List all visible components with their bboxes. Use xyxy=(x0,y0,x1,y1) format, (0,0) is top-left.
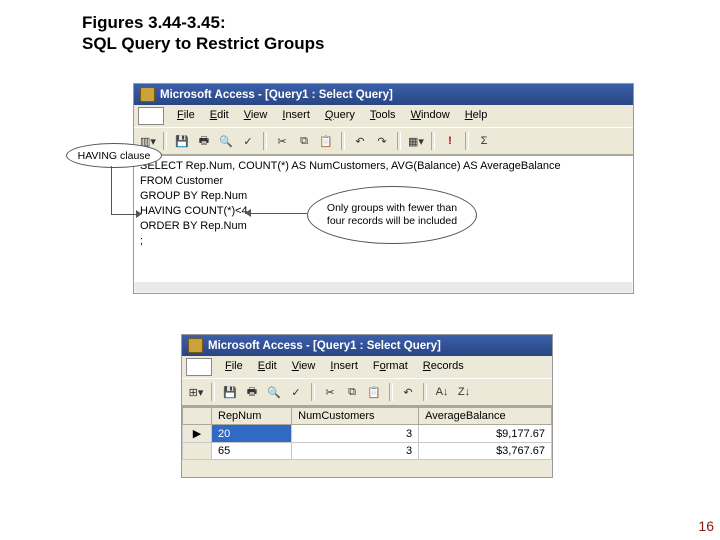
table-row[interactable]: ▶ 20 3 $9,177.67 xyxy=(183,425,552,443)
copy-icon[interactable]: ⧉ xyxy=(294,131,314,151)
slide-title-line1: Figures 3.44-3.45: xyxy=(82,12,324,33)
menu-view[interactable]: View xyxy=(238,107,274,125)
callout-groups-leader xyxy=(251,213,307,214)
menu-view[interactable]: View xyxy=(286,358,322,376)
menu-format[interactable]: Format xyxy=(367,358,414,376)
col-repnum[interactable]: RepNum xyxy=(212,408,292,425)
datasheet: RepNum NumCustomers AverageBalance ▶ 20 … xyxy=(182,406,552,460)
sql-line-5: ORDER BY Rep.Num xyxy=(140,220,247,232)
toolbar: ⊞▾ 💾 🖶 🔍 ✓ ✂ ⧉ 📋 ↶ A↓ Z↓ xyxy=(182,378,552,406)
spell-icon[interactable]: ✓ xyxy=(238,131,258,151)
window-title: Microsoft Access - [Query1 : Select Quer… xyxy=(208,340,441,352)
toolbar: ▥▾ 💾 🖶 🔍 ✓ ✂ ⧉ 📋 ↶ ↷ ▦▾ ! Σ xyxy=(134,127,633,155)
run-icon[interactable]: ! xyxy=(440,131,460,151)
callout-having-leader xyxy=(111,166,112,214)
mdi-restore-icon[interactable] xyxy=(186,358,212,376)
cell-avgbalance[interactable]: $9,177.67 xyxy=(419,425,552,443)
access-app-icon xyxy=(188,338,203,353)
result-table: RepNum NumCustomers AverageBalance ▶ 20 … xyxy=(182,407,552,460)
sql-line-4: HAVING COUNT(*)<4 xyxy=(140,205,248,217)
callout-groups-note: Only groups with fewer than four records… xyxy=(307,186,477,244)
spell-icon[interactable]: ✓ xyxy=(286,382,306,402)
row-selector-icon[interactable]: ▶ xyxy=(183,425,212,443)
callout-having-text: HAVING clause xyxy=(78,150,151,162)
page-number: 16 xyxy=(698,518,714,534)
cell-avgbalance[interactable]: $3,767.67 xyxy=(419,443,552,460)
mdi-restore-icon[interactable] xyxy=(138,107,164,125)
menu-edit[interactable]: Edit xyxy=(204,107,235,125)
menu-edit[interactable]: Edit xyxy=(252,358,283,376)
cell-repnum[interactable]: 65 xyxy=(212,443,292,460)
callout-having-clause: HAVING clause xyxy=(66,143,162,168)
callout-groups-text: Only groups with fewer than four records… xyxy=(322,202,462,228)
undo-icon[interactable]: ↶ xyxy=(350,131,370,151)
menu-insert[interactable]: Insert xyxy=(276,107,316,125)
copy-icon[interactable]: ⧉ xyxy=(342,382,362,402)
col-avgbal[interactable]: AverageBalance xyxy=(419,408,552,425)
cut-icon[interactable]: ✂ xyxy=(272,131,292,151)
undo-icon[interactable]: ↶ xyxy=(398,382,418,402)
menu-insert[interactable]: Insert xyxy=(324,358,364,376)
sql-line-3: GROUP BY Rep.Num xyxy=(140,190,247,202)
menu-query[interactable]: Query xyxy=(319,107,361,125)
menu-window[interactable]: Window xyxy=(405,107,456,125)
access-app-icon xyxy=(140,87,155,102)
print-icon[interactable]: 🖶 xyxy=(242,382,262,402)
window-title: Microsoft Access - [Query1 : Select Quer… xyxy=(160,89,393,101)
redo-icon[interactable]: ↷ xyxy=(372,131,392,151)
print-icon[interactable]: 🖶 xyxy=(194,131,214,151)
table-header-row: RepNum NumCustomers AverageBalance xyxy=(183,408,552,425)
sort-desc-icon[interactable]: Z↓ xyxy=(454,382,474,402)
paste-icon[interactable]: 📋 xyxy=(316,131,336,151)
menu-tools[interactable]: Tools xyxy=(364,107,402,125)
preview-icon[interactable]: 🔍 xyxy=(264,382,284,402)
totals-icon[interactable]: Σ xyxy=(474,131,494,151)
menu-file[interactable]: File xyxy=(171,107,201,125)
paste-icon[interactable]: 📋 xyxy=(364,382,384,402)
access-window-datasheet: Microsoft Access - [Query1 : Select Quer… xyxy=(181,334,553,478)
cell-numcustomers[interactable]: 3 xyxy=(292,443,419,460)
sql-line-6: ; xyxy=(140,235,143,247)
view-dropdown-button[interactable]: ⊞▾ xyxy=(186,382,206,402)
save-icon[interactable]: 💾 xyxy=(220,382,240,402)
menubar: File Edit View Insert Query Tools Window… xyxy=(134,105,633,127)
querytype-icon[interactable]: ▦▾ xyxy=(406,131,426,151)
row-selector-icon[interactable] xyxy=(183,443,212,460)
arrow-left-icon xyxy=(245,209,251,217)
cell-numcustomers[interactable]: 3 xyxy=(292,425,419,443)
sql-line-1: SELECT Rep.Num, COUNT(*) AS NumCustomers… xyxy=(140,160,561,172)
preview-icon[interactable]: 🔍 xyxy=(216,131,236,151)
menu-records[interactable]: Records xyxy=(417,358,470,376)
sql-line-2: FROM Customer xyxy=(140,175,223,187)
menubar: File Edit View Insert Format Records xyxy=(182,356,552,378)
cut-icon[interactable]: ✂ xyxy=(320,382,340,402)
save-icon[interactable]: 💾 xyxy=(172,131,192,151)
titlebar: Microsoft Access - [Query1 : Select Quer… xyxy=(134,84,633,105)
arrow-right-icon xyxy=(136,210,142,218)
select-all-corner[interactable] xyxy=(183,408,212,425)
titlebar: Microsoft Access - [Query1 : Select Quer… xyxy=(182,335,552,356)
col-numcust[interactable]: NumCustomers xyxy=(292,408,419,425)
cell-repnum[interactable]: 20 xyxy=(212,425,292,443)
table-row[interactable]: 65 3 $3,767.67 xyxy=(183,443,552,460)
slide-title: Figures 3.44-3.45: SQL Query to Restrict… xyxy=(82,12,324,55)
slide-title-line2: SQL Query to Restrict Groups xyxy=(82,33,324,54)
menu-help[interactable]: Help xyxy=(459,107,494,125)
sort-asc-icon[interactable]: A↓ xyxy=(432,382,452,402)
menu-file[interactable]: File xyxy=(219,358,249,376)
